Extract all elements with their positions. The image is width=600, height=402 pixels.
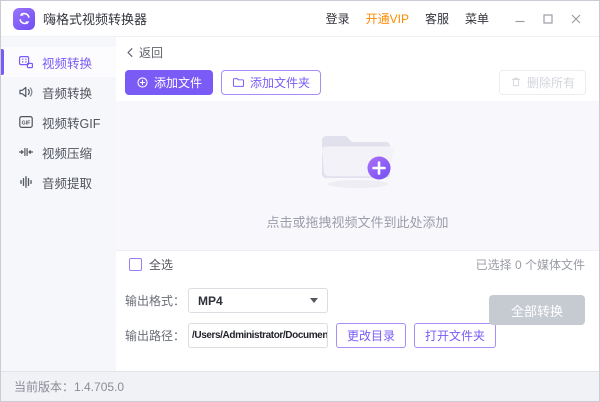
add-file-button[interactable]: 添加文件 [125,70,213,95]
sidebar-item-label: 音频提取 [42,173,92,192]
svg-text:GIF: GIF [22,120,31,126]
login-link[interactable]: 登录 [326,10,350,27]
video-to-gif-icon: GIF [18,114,34,130]
titlebar: 嗨格式视频转换器 登录 开通VIP 客服 菜单 [1,1,599,37]
output-format-select[interactable]: MP4 [188,288,328,313]
sidebar-item-audio-extract[interactable]: 音频提取 [1,167,116,197]
change-directory-button[interactable]: 更改目录 [336,323,406,348]
sidebar-item-label: 视频转GIF [42,113,100,132]
select-all-checkbox[interactable] [129,258,142,271]
sidebar-item-video-convert[interactable]: 视频转换 [1,47,116,77]
open-folder-button[interactable]: 打开文件夹 [414,323,496,348]
output-format-label: 输出格式： [125,292,188,309]
add-folder-label: 添加文件夹 [250,74,310,91]
sidebar-item-label: 视频转换 [42,53,92,72]
sidebar-item-label: 音频转换 [42,83,92,102]
selected-count-text: 已选择 0 个媒体文件 [476,256,585,273]
sidebar-item-audio-convert[interactable]: 音频转换 [1,77,116,107]
minimize-icon[interactable] [509,8,531,30]
window-controls [503,8,587,30]
app-window: 嗨格式视频转换器 登录 开通VIP 客服 菜单 [0,0,600,402]
output-path-label: 输出路径： [125,327,188,344]
app-body: 视频转换 音频转换 GIF [1,37,599,371]
app-title: 嗨格式视频转换器 [43,9,147,28]
delete-all-label: 删除所有 [527,74,575,91]
vip-link[interactable]: 开通VIP [366,10,409,27]
convert-all-button[interactable]: 全部转换 [489,295,585,325]
chevron-left-icon [125,47,136,58]
sidebar-item-video-compress[interactable]: 视频压缩 [1,137,116,167]
trash-icon [510,76,522,88]
delete-all-button[interactable]: 删除所有 [499,70,586,95]
output-format-value: MP4 [198,294,223,308]
menu-link[interactable]: 菜单 [465,10,489,27]
output-path-field[interactable]: /Users/Administrator/Documents [188,323,328,348]
sidebar-item-video-to-gif[interactable]: GIF 视频转GIF [1,107,116,137]
sidebar-item-label: 视频压缩 [42,143,92,162]
sidebar: 视频转换 音频转换 GIF [1,37,116,371]
statusbar: 当前版本：1.4.705.0 [1,371,599,401]
video-convert-icon [18,54,34,70]
output-settings: 输出格式： MP4 输出路径： /Users/Administrator/Doc… [116,277,599,371]
chevron-down-icon [310,298,318,303]
version-text: 当前版本：1.4.705.0 [14,378,124,395]
plus-circle-icon [136,76,149,89]
add-folder-illustration-icon [312,120,404,192]
drop-zone[interactable]: 点击或拖拽视频文件到此处添加 [116,101,599,250]
select-all-label: 全选 [149,256,173,273]
back-button[interactable]: 返回 [116,37,599,63]
add-file-label: 添加文件 [154,74,202,91]
folder-icon [232,76,245,89]
titlebar-right: 登录 开通VIP 客服 菜单 [310,8,587,30]
close-icon[interactable] [565,8,587,30]
customer-service-link[interactable]: 客服 [425,10,449,27]
video-compress-icon [18,144,34,160]
main-panel: 返回 添加文件 添加文件 [116,37,599,371]
add-folder-button[interactable]: 添加文件夹 [221,70,321,95]
maximize-icon[interactable] [537,8,559,30]
dropzone-hint: 点击或拖拽视频文件到此处添加 [266,212,448,231]
output-path-row: 输出路径： /Users/Administrator/Documents 更改目… [125,323,585,348]
audio-extract-icon [18,174,34,190]
toolbar: 添加文件 添加文件夹 删除所有 [116,63,599,101]
audio-convert-icon [18,84,34,100]
selection-row: 全选 已选择 0 个媒体文件 [116,250,599,277]
back-label: 返回 [139,44,163,61]
app-logo-icon [13,8,35,30]
